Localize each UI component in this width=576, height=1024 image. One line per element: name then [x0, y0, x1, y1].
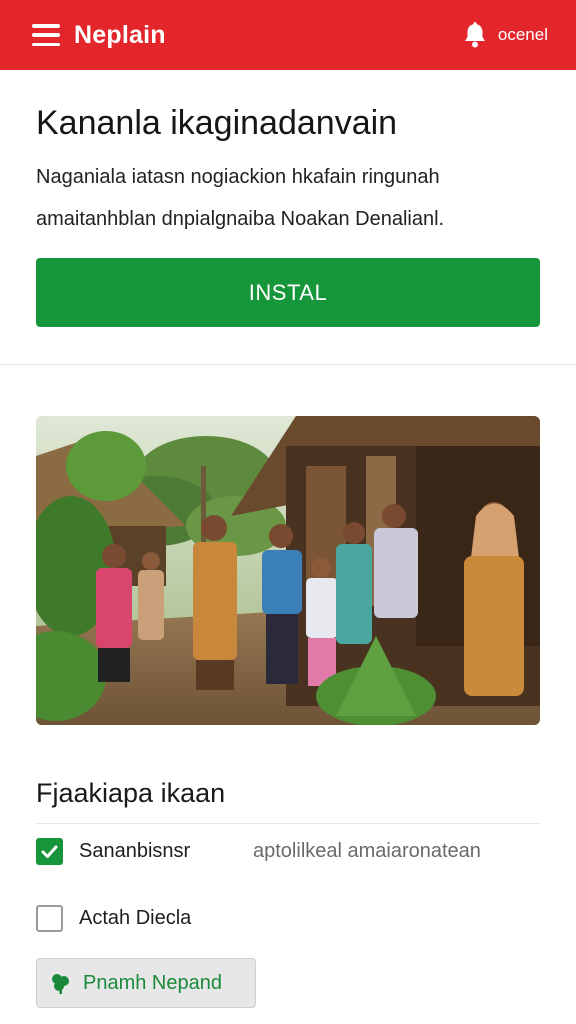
bell-icon — [464, 22, 485, 48]
option-1-label: Sananbisnsr — [79, 839, 191, 862]
install-button[interactable]: INSTAL — [36, 258, 540, 327]
section-divider — [0, 364, 576, 365]
leaf-icon — [52, 974, 69, 994]
page-description: Naganiala iatasn nogiackion hkafain ring… — [36, 156, 536, 240]
option-row-1[interactable]: Sananbisnsr aptolilkeal amaiaronatean — [36, 836, 540, 866]
account-button[interactable]: ocenel — [462, 21, 548, 49]
options-divider — [36, 823, 540, 824]
check-icon — [41, 845, 58, 858]
option-2-label: Actah Diecla — [79, 906, 192, 929]
description-line-2: amaitanhblan dnpialgnaiba Noakan Denalia… — [36, 208, 445, 230]
secondary-action-label: Pnamh Nepand — [83, 971, 222, 994]
option-1-checkbox[interactable] — [36, 837, 63, 865]
app-header: Neplain ocenel — [0, 0, 576, 70]
page-title: Kananla ikaginadanvain — [36, 104, 398, 142]
secondary-action-button[interactable]: Pnamh Nepand — [36, 958, 256, 1008]
village-photo — [36, 416, 540, 725]
option-row-2[interactable]: Actah Diecla — [36, 903, 540, 933]
option-2-checkbox[interactable] — [36, 904, 63, 932]
hamburger-menu-icon[interactable] — [32, 24, 60, 46]
options-section-title: Fjaakiapa ikaan — [36, 778, 226, 808]
hero-section: Kananla ikaginadanvain Naganiala iatasn … — [36, 70, 540, 327]
header-left: Neplain — [32, 21, 166, 50]
account-label: ocenel — [497, 25, 548, 44]
brand-title: Neplain — [74, 20, 166, 49]
option-1-secondary: aptolilkeal amaiaronatean — [253, 839, 481, 862]
village-photo-image — [36, 416, 540, 725]
description-line-1: Naganiala iatasn nogiackion hkafain ring… — [36, 166, 440, 188]
